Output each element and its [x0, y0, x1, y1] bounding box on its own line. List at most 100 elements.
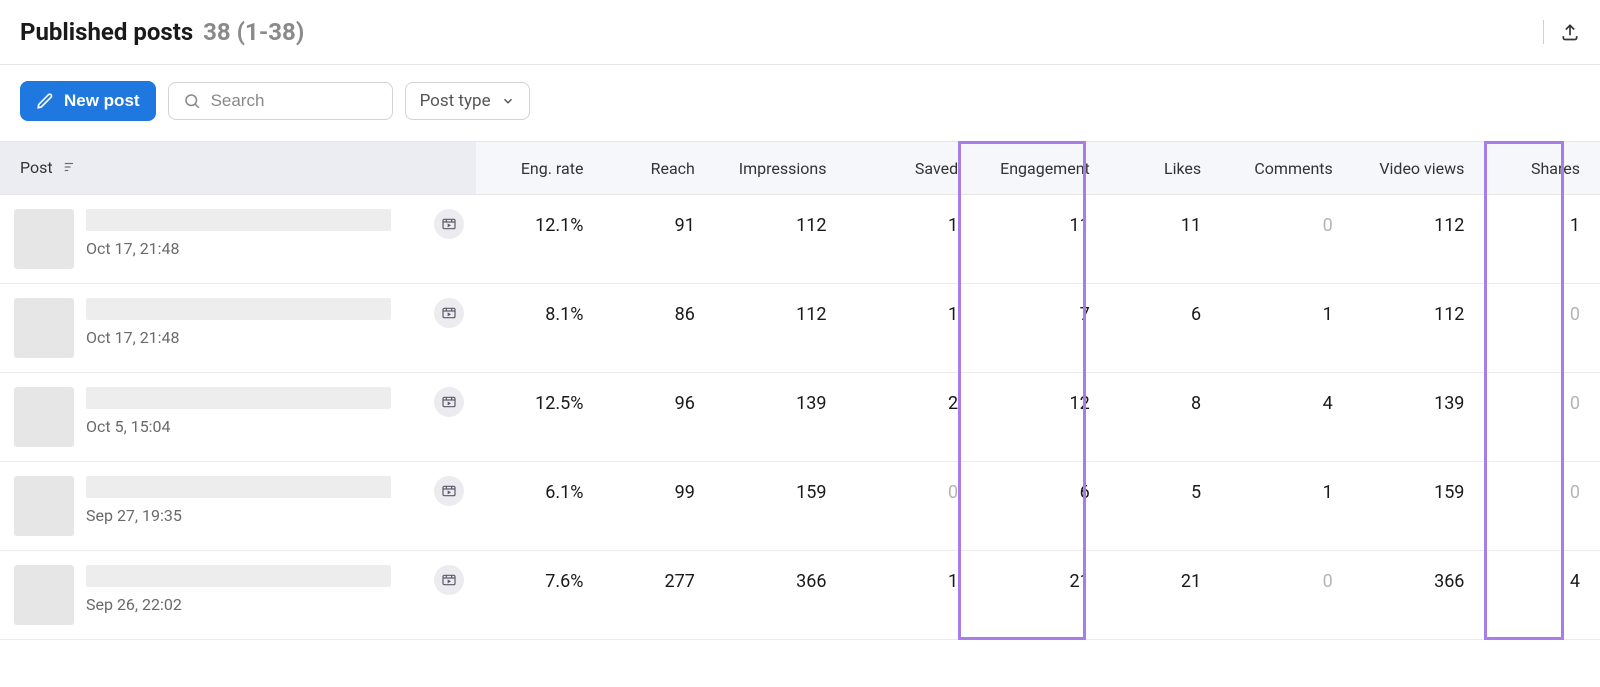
- col-video-views[interactable]: Video views: [1347, 142, 1479, 195]
- cell: 12.5%: [476, 373, 598, 462]
- cell: 0: [1478, 373, 1600, 462]
- col-eng-rate[interactable]: Eng. rate: [476, 142, 598, 195]
- post-cell: Sep 26, 22:02: [0, 551, 476, 640]
- cell: 0: [840, 462, 972, 551]
- cell: 112: [1347, 195, 1479, 284]
- export-button[interactable]: [1560, 22, 1580, 42]
- cell: 6: [972, 462, 1104, 551]
- post-thumbnail[interactable]: [14, 298, 74, 358]
- table-row[interactable]: Oct 17, 21:488.1%8611217611120: [0, 284, 1600, 373]
- post-cell: Oct 17, 21:48: [0, 195, 476, 284]
- cell: 7: [972, 284, 1104, 373]
- post-title-placeholder: [86, 476, 391, 498]
- page-header: Published posts 38 (1-38): [0, 0, 1600, 65]
- sort-icon: [63, 159, 77, 178]
- cell: 1: [840, 284, 972, 373]
- video-type-icon: [434, 476, 464, 506]
- cell: 12: [972, 373, 1104, 462]
- cell: 366: [1347, 551, 1479, 640]
- cell: 1: [1215, 462, 1347, 551]
- cell: 4: [1478, 551, 1600, 640]
- col-engagement[interactable]: Engagement: [972, 142, 1104, 195]
- video-type-icon: [434, 565, 464, 595]
- col-saved[interactable]: Saved: [840, 142, 972, 195]
- post-cell: Oct 17, 21:48: [0, 284, 476, 373]
- cell: 0: [1215, 195, 1347, 284]
- col-likes[interactable]: Likes: [1104, 142, 1215, 195]
- post-date: Oct 17, 21:48: [86, 239, 412, 258]
- new-post-label: New post: [64, 91, 140, 111]
- post-title-placeholder: [86, 387, 391, 409]
- cell: 8.1%: [476, 284, 598, 373]
- post-date: Sep 26, 22:02: [86, 595, 412, 614]
- post-type-label: Post type: [420, 91, 491, 111]
- video-type-icon: [434, 387, 464, 417]
- cell: 0: [1215, 551, 1347, 640]
- page-title-count: 38 (1-38): [203, 18, 304, 46]
- toolbar: New post Post type: [0, 65, 1600, 141]
- table-row[interactable]: Sep 26, 22:027.6%2773661212103664: [0, 551, 1600, 640]
- cell: 139: [1347, 373, 1479, 462]
- cell: 0: [1478, 462, 1600, 551]
- post-date: Oct 5, 15:04: [86, 417, 412, 436]
- cell: 1: [840, 551, 972, 640]
- post-title-placeholder: [86, 209, 391, 231]
- post-title-placeholder: [86, 565, 391, 587]
- cell: 1: [840, 195, 972, 284]
- post-date: Oct 17, 21:48: [86, 328, 412, 347]
- post-cell: Sep 27, 19:35: [0, 462, 476, 551]
- video-type-icon: [434, 298, 464, 328]
- col-shares[interactable]: Shares: [1478, 142, 1600, 195]
- search-icon: [183, 92, 201, 110]
- post-thumbnail[interactable]: [14, 209, 74, 269]
- col-comments[interactable]: Comments: [1215, 142, 1347, 195]
- table-row[interactable]: Sep 27, 19:356.1%9915906511590: [0, 462, 1600, 551]
- post-type-select[interactable]: Post type: [405, 82, 530, 120]
- pencil-icon: [36, 92, 54, 110]
- cell: 11: [1104, 195, 1215, 284]
- table-row[interactable]: Oct 17, 21:4812.1%911121111101121: [0, 195, 1600, 284]
- divider: [1543, 20, 1544, 44]
- post-thumbnail[interactable]: [14, 565, 74, 625]
- search-box[interactable]: [168, 82, 393, 120]
- table-header-row: Post Eng. rate Reach Impressions Saved E…: [0, 142, 1600, 195]
- col-post[interactable]: Post: [0, 142, 476, 195]
- post-title-placeholder: [86, 298, 391, 320]
- cell: 21: [1104, 551, 1215, 640]
- cell: 2: [840, 373, 972, 462]
- cell: 21: [972, 551, 1104, 640]
- search-input[interactable]: [211, 91, 378, 111]
- cell: 6: [1104, 284, 1215, 373]
- cell: 6.1%: [476, 462, 598, 551]
- cell: 12.1%: [476, 195, 598, 284]
- cell: 0: [1478, 284, 1600, 373]
- cell: 8: [1104, 373, 1215, 462]
- cell: 91: [597, 195, 708, 284]
- cell: 139: [709, 373, 841, 462]
- cell: 1: [1215, 284, 1347, 373]
- posts-table: Post Eng. rate Reach Impressions Saved E…: [0, 141, 1600, 640]
- cell: 99: [597, 462, 708, 551]
- post-thumbnail[interactable]: [14, 476, 74, 536]
- page-title: Published posts: [20, 18, 193, 46]
- table-wrap: Post Eng. rate Reach Impressions Saved E…: [0, 141, 1600, 640]
- cell: 1: [1478, 195, 1600, 284]
- post-date: Sep 27, 19:35: [86, 506, 412, 525]
- cell: 112: [709, 284, 841, 373]
- col-reach[interactable]: Reach: [597, 142, 708, 195]
- new-post-button[interactable]: New post: [20, 81, 156, 121]
- table-row[interactable]: Oct 5, 15:0412.5%96139212841390: [0, 373, 1600, 462]
- cell: 366: [709, 551, 841, 640]
- cell: 112: [1347, 284, 1479, 373]
- cell: 96: [597, 373, 708, 462]
- upload-icon: [1560, 22, 1580, 42]
- cell: 159: [709, 462, 841, 551]
- cell: 112: [709, 195, 841, 284]
- post-thumbnail[interactable]: [14, 387, 74, 447]
- col-impressions[interactable]: Impressions: [709, 142, 841, 195]
- video-type-icon: [434, 209, 464, 239]
- post-cell: Oct 5, 15:04: [0, 373, 476, 462]
- cell: 5: [1104, 462, 1215, 551]
- cell: 86: [597, 284, 708, 373]
- cell: 159: [1347, 462, 1479, 551]
